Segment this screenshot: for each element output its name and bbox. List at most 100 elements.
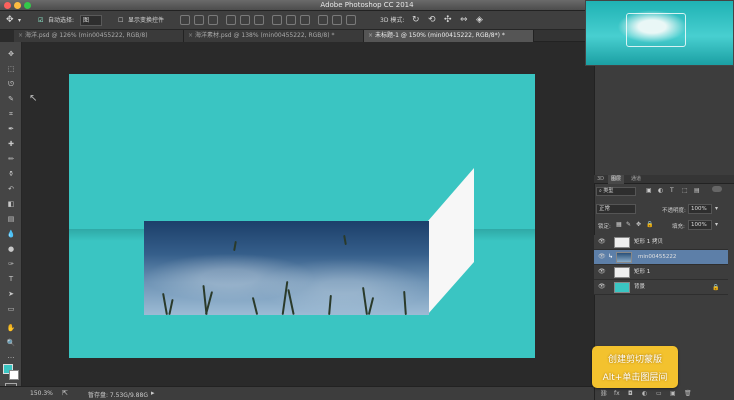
marquee-tool-icon[interactable]: ⬚ [6, 65, 16, 73]
fill-dropdown-icon[interactable]: ▾ [715, 221, 718, 228]
distribute-center-icon[interactable] [332, 15, 342, 25]
history-brush-tool-icon[interactable]: ↶ [6, 185, 16, 193]
fill-input[interactable]: 100% [688, 220, 712, 230]
tab-layers[interactable]: 图层 [608, 175, 625, 184]
opacity-dropdown-icon[interactable]: ▾ [715, 205, 718, 212]
layer-name: min00455222 [638, 254, 677, 260]
visibility-eye-icon[interactable]: 👁 [598, 254, 606, 260]
filter-smart-object-icon[interactable]: ▤ [694, 187, 700, 194]
path-selection-tool-icon[interactable]: ➤ [6, 290, 16, 298]
zoom-level[interactable]: 150.3% [30, 390, 53, 397]
delete-layer-icon[interactable]: 🗑 [684, 390, 692, 397]
layer-thumbnail [614, 237, 630, 248]
more-tools-icon[interactable]: … [6, 352, 16, 360]
filter-adjustment-icon[interactable]: ◐ [658, 187, 663, 194]
new-group-icon[interactable]: ▭ [656, 390, 662, 397]
lock-transparent-icon[interactable]: ▦ [616, 221, 622, 228]
type-tool-icon[interactable]: T [6, 275, 16, 283]
distribute-top-icon[interactable] [272, 15, 282, 25]
distribute-right-icon[interactable] [346, 15, 356, 25]
layer-thumbnail [616, 252, 632, 263]
eraser-tool-icon[interactable]: ◧ [6, 200, 16, 208]
lock-position-icon[interactable]: ✥ [636, 221, 641, 228]
filter-pixel-icon[interactable]: ▣ [646, 187, 652, 194]
layer-row-selected[interactable]: 👁 ↳ min00455222 [594, 250, 728, 265]
blend-mode-select[interactable]: 正常 [596, 204, 636, 214]
fill-label: 填充: [672, 224, 685, 230]
export-icon[interactable]: ⇱ [62, 389, 68, 397]
filter-toggle[interactable] [712, 186, 722, 192]
distribute-left-icon[interactable] [318, 15, 328, 25]
move-tool-icon[interactable]: ✥ [6, 50, 16, 58]
tab-label: 海洋.psd @ 126% (min00455222, RGB/8) [24, 32, 148, 39]
layer-kind-filter-select[interactable]: ⌕ 类型 [596, 187, 636, 196]
visibility-eye-icon[interactable]: 👁 [598, 269, 606, 275]
show-transform-checkbox[interactable]: ☐ [118, 15, 123, 26]
adjustment-layer-icon[interactable]: ◐ [642, 390, 647, 397]
3d-pan-icon[interactable]: ✣ [444, 15, 452, 26]
status-menu-arrow-icon[interactable]: ▸ [151, 389, 155, 397]
link-layers-icon[interactable]: ⛓ [600, 390, 608, 397]
hand-tool-icon[interactable]: ✋ [6, 324, 16, 332]
zoom-tool-icon[interactable]: 🔍 [6, 339, 16, 347]
lock-pixels-icon[interactable]: ✎ [626, 221, 631, 228]
align-top-icon[interactable] [180, 15, 190, 25]
layer-row[interactable]: 👁 矩形 1 [594, 265, 728, 280]
tab-ocean-material-psd[interactable]: × 海洋素材.psd @ 138% (min00455222, RGB/8) * [184, 30, 364, 42]
layer-thumbnail [614, 267, 630, 278]
lasso-tool-icon[interactable]: ᘎ [6, 80, 16, 88]
dodge-tool-icon[interactable]: ● [6, 245, 16, 253]
align-bottom-icon[interactable] [208, 15, 218, 25]
align-middle-icon[interactable] [194, 15, 204, 25]
navigator-view-box[interactable] [626, 13, 686, 47]
clone-stamp-tool-icon[interactable]: ⚱ [6, 170, 16, 178]
shape-tool-icon[interactable]: ▭ [6, 305, 16, 313]
tab-untitled-1[interactable]: × 未标题-1 @ 150% (min00415222, RGB/8*) * [364, 30, 534, 42]
layers-panel-tabs: 3D 图层 通道 [594, 175, 734, 184]
layer-name: 背景 [634, 284, 646, 290]
layer-row[interactable]: 👁 矩形 1 拷贝 [594, 235, 728, 250]
tools-panel: ✥ ⬚ ᘎ ✎ ⌗ ✒ ✚ ✏ ⚱ ↶ ◧ ▤ 💧 ● ✑ T ➤ ▭ ✋ 🔍 … [0, 42, 22, 392]
background-color-swatch[interactable] [9, 370, 19, 380]
tab-label: 海洋素材.psd @ 138% (min00455222, RGB/8) * [194, 32, 335, 39]
3d-slide-icon[interactable]: ⇔ [460, 15, 468, 26]
align-right-icon[interactable] [254, 15, 264, 25]
opacity-label: 不透明度: [662, 208, 686, 214]
tab-ocean-psd[interactable]: × 海洋.psd @ 126% (min00455222, RGB/8) [14, 30, 184, 42]
3d-mode-label: 3D 模式: [380, 17, 405, 24]
new-layer-icon[interactable]: ▣ [670, 390, 676, 397]
healing-brush-tool-icon[interactable]: ✚ [6, 140, 16, 148]
filter-shape-icon[interactable]: ⬚ [682, 187, 688, 194]
navigator-thumbnail[interactable] [585, 0, 734, 66]
move-tool-icon[interactable]: ✥ [6, 15, 14, 26]
quick-select-tool-icon[interactable]: ✎ [6, 95, 16, 103]
pen-tool-icon[interactable]: ✑ [6, 260, 16, 268]
auto-select-checkbox[interactable]: ☑ [38, 15, 43, 26]
distribute-bottom-icon[interactable] [300, 15, 310, 25]
underwater-photo-layer[interactable] [144, 221, 429, 315]
show-transform-label: 显示变换控件 [128, 17, 165, 24]
layer-style-icon[interactable]: fx [614, 390, 620, 397]
layer-row[interactable]: 👁 背景 🔒 [594, 280, 728, 295]
visibility-eye-icon[interactable]: 👁 [598, 239, 606, 245]
auto-select-target-select[interactable]: 图 [80, 15, 102, 26]
brush-tool-icon[interactable]: ✏ [6, 155, 16, 163]
crop-tool-icon[interactable]: ⌗ [6, 110, 16, 118]
filter-type-icon[interactable]: T [670, 187, 674, 194]
distribute-middle-icon[interactable] [286, 15, 296, 25]
lock-all-icon[interactable]: 🔒 [646, 221, 653, 228]
gradient-tool-icon[interactable]: ▤ [6, 215, 16, 223]
tab-channels[interactable]: 通道 [628, 175, 644, 184]
blur-tool-icon[interactable]: 💧 [6, 230, 16, 238]
tab-3d[interactable]: 3D [594, 175, 607, 184]
opacity-input[interactable]: 100% [688, 204, 712, 214]
align-center-icon[interactable] [240, 15, 250, 25]
3d-roll-icon[interactable]: ⟲ [428, 15, 436, 26]
add-mask-icon[interactable]: ◘ [628, 390, 633, 397]
tool-preset-dropdown-icon[interactable]: ▾ [18, 15, 21, 26]
visibility-eye-icon[interactable]: 👁 [598, 284, 606, 290]
eyedropper-tool-icon[interactable]: ✒ [6, 125, 16, 133]
3d-scale-icon[interactable]: ◈ [476, 15, 483, 26]
align-left-icon[interactable] [226, 15, 236, 25]
3d-rotate-icon[interactable]: ↻ [412, 15, 420, 26]
